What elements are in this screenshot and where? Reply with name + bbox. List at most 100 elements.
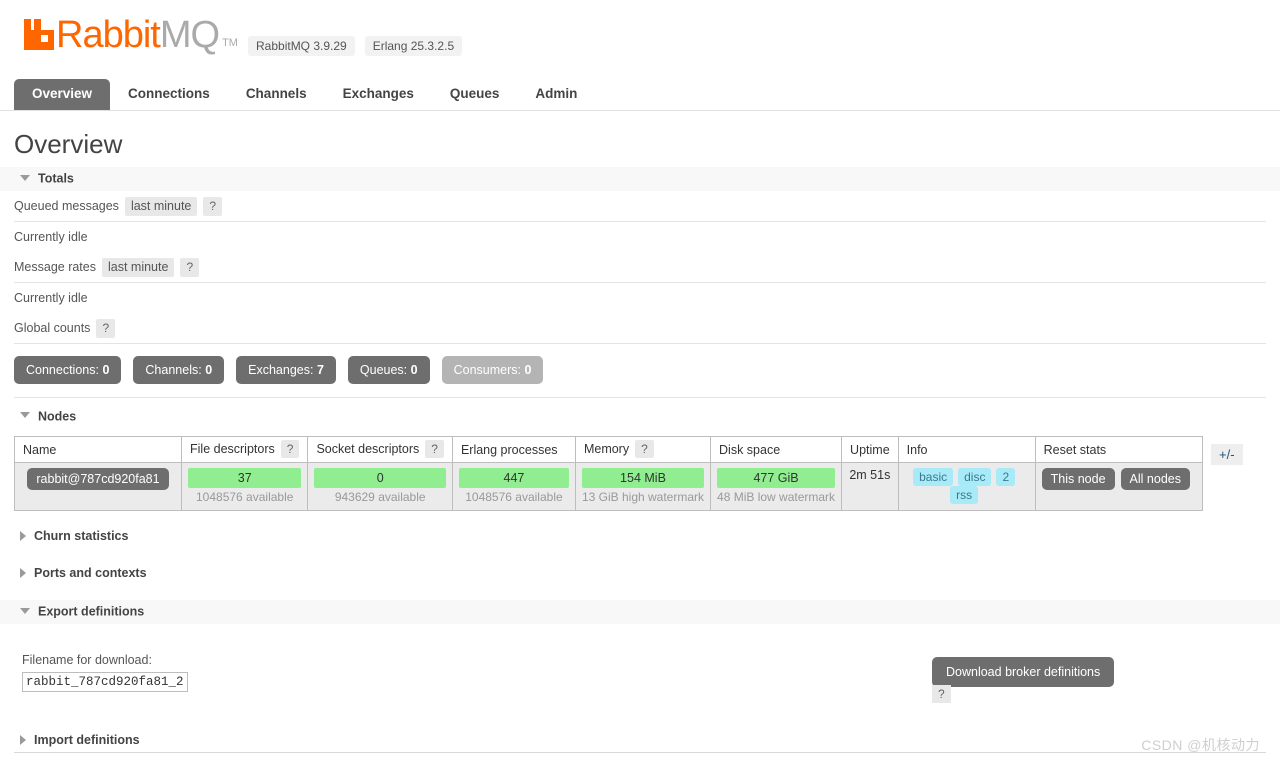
section-header-churn-statistics[interactable]: Churn statistics: [0, 525, 1280, 548]
toggle-columns-button[interactable]: +/-: [1210, 444, 1243, 466]
col-header-socket-descriptors[interactable]: Socket descriptors?: [307, 436, 453, 464]
global-counts-help-icon[interactable]: ?: [96, 318, 116, 338]
bottom-divider: [14, 752, 1266, 753]
tab-queues[interactable]: Queues: [432, 79, 518, 110]
section-header-totals[interactable]: Totals: [0, 166, 1280, 191]
rabbitmq-logo[interactable]: Rabbit MQ TM: [24, 16, 238, 54]
cell-uptime: 2m 51s: [841, 462, 899, 512]
count-value-channels: 0: [205, 362, 213, 377]
main-navigation: Overview Connections Channels Exchanges …: [0, 78, 1280, 111]
section-header-ports-and-contexts[interactable]: Ports and contexts: [0, 562, 1280, 585]
nodes-table: Name File descriptors? Socket descriptor…: [14, 436, 1203, 512]
csdn-watermark: CSDN @机核动力: [1141, 737, 1260, 753]
queued-messages-help-icon[interactable]: ?: [203, 196, 223, 216]
col-header-erlang-processes[interactable]: Erlang processes: [451, 436, 576, 464]
chevron-right-icon: [20, 531, 26, 542]
table-row: rabbit@787cd920fa81 37 1048576 available…: [14, 462, 1203, 512]
col-header-reset-stats[interactable]: Reset stats: [1034, 436, 1203, 464]
disk-space-note: 48 MiB low watermark: [717, 490, 836, 505]
chevron-right-icon: [20, 568, 26, 579]
message-rates-label: Message rates: [14, 260, 96, 275]
count-label-channels: Channels:: [145, 362, 202, 377]
export-definitions-body: Filename for download: Download broker d…: [14, 624, 1266, 729]
message-rates-range-selector[interactable]: last minute: [101, 257, 175, 277]
count-value-exchanges: 7: [316, 362, 324, 377]
message-rates-help-icon[interactable]: ?: [180, 257, 200, 277]
file-descriptors-note: 1048576 available: [196, 490, 294, 505]
info-tag-count[interactable]: 2: [996, 468, 1016, 487]
queued-messages-range-selector[interactable]: last minute: [124, 196, 198, 216]
count-button-exchanges[interactable]: Exchanges: 7: [236, 355, 336, 384]
tab-admin[interactable]: Admin: [517, 79, 595, 110]
cell-disk-space: 477 GiB 48 MiB low watermark: [710, 462, 843, 512]
col-header-name[interactable]: Name: [14, 436, 182, 464]
logo-text-mq: MQ: [159, 14, 220, 56]
file-descriptors-help-icon[interactable]: ?: [280, 440, 300, 459]
count-label-consumers: Consumers:: [453, 362, 521, 377]
section-label-import-definitions: Import definitions: [34, 733, 140, 748]
download-help-icon[interactable]: ?: [932, 685, 951, 704]
memory-help-icon[interactable]: ?: [635, 440, 654, 459]
reset-this-node-button[interactable]: This node: [1041, 468, 1115, 491]
reset-all-nodes-button[interactable]: All nodes: [1120, 468, 1190, 491]
global-counts-buttons: Connections: 0 Channels: 0 Exchanges: 7 …: [14, 355, 1266, 384]
section-label-export-definitions: Export definitions: [38, 605, 145, 620]
count-button-connections[interactable]: Connections: 0: [14, 355, 122, 384]
count-button-consumers[interactable]: Consumers: 0: [441, 355, 544, 384]
disk-space-value: 477 GiB: [717, 468, 836, 489]
version-badges: RabbitMQ 3.9.29 Erlang 25.3.2.5: [248, 36, 463, 56]
col-label-memory: Memory: [583, 442, 630, 457]
node-name-link[interactable]: rabbit@787cd920fa81: [27, 468, 169, 491]
erlang-processes-note: 1048576 available: [465, 490, 563, 505]
count-button-queues[interactable]: Queues: 0: [347, 355, 430, 384]
filename-input[interactable]: [22, 672, 188, 693]
col-label-disk-space: Disk space: [719, 442, 781, 457]
tab-channels[interactable]: Channels: [228, 79, 325, 110]
section-header-nodes[interactable]: Nodes: [0, 403, 1280, 429]
nodes-table-header-row: Name File descriptors? Socket descriptor…: [14, 436, 1203, 464]
section-label-totals: Totals: [38, 171, 74, 186]
col-header-file-descriptors[interactable]: File descriptors?: [180, 436, 309, 464]
col-header-uptime[interactable]: Uptime: [841, 436, 899, 464]
col-header-info[interactable]: Info: [897, 436, 1036, 464]
logo-text-rabbit: Rabbit: [56, 14, 161, 56]
count-value-queues: 0: [410, 362, 418, 377]
section-label-nodes: Nodes: [38, 409, 77, 424]
socket-descriptors-value: 0: [314, 468, 446, 489]
memory-note: 13 GiB high watermark: [581, 490, 705, 505]
cell-erlang-processes: 447 1048576 available: [451, 462, 576, 512]
chevron-down-icon: [20, 608, 30, 615]
tab-overview[interactable]: Overview: [14, 79, 111, 110]
message-rates-row: Message rates last minute ?: [14, 252, 1266, 283]
tab-connections[interactable]: Connections: [110, 79, 228, 110]
section-label-churn-statistics: Churn statistics: [34, 529, 129, 544]
erlang-processes-value: 447: [458, 468, 569, 489]
col-label-file-descriptors: File descriptors: [190, 442, 275, 457]
count-button-channels[interactable]: Channels: 0: [133, 355, 225, 384]
info-tag-rss[interactable]: rss: [950, 486, 979, 505]
memory-value: 154 MiB: [581, 468, 705, 489]
col-header-disk-space[interactable]: Disk space: [710, 436, 843, 464]
section-header-export-definitions[interactable]: Export definitions: [0, 599, 1280, 625]
rabbitmq-version-badge: RabbitMQ 3.9.29: [248, 36, 355, 56]
col-label-info: Info: [906, 442, 928, 457]
col-label-erlang-processes: Erlang processes: [460, 442, 558, 457]
col-header-memory[interactable]: Memory?: [574, 436, 712, 464]
section-header-import-definitions[interactable]: Import definitions: [0, 729, 1280, 752]
global-counts-label: Global counts: [14, 321, 91, 336]
col-label-name: Name: [23, 442, 57, 457]
download-broker-definitions-button[interactable]: Download broker definitions: [932, 657, 1115, 688]
socket-descriptors-note: 943629 available: [334, 490, 426, 505]
col-label-uptime: Uptime: [850, 442, 890, 457]
erlang-version-badge: Erlang 25.3.2.5: [364, 36, 463, 56]
count-label-queues: Queues:: [359, 362, 408, 377]
message-rates-idle: Currently idle: [14, 290, 88, 305]
page-title: Overview: [14, 129, 123, 159]
socket-descriptors-help-icon[interactable]: ?: [425, 440, 444, 459]
totals-divider: [14, 396, 1266, 398]
cell-memory: 154 MiB 13 GiB high watermark: [574, 462, 712, 512]
info-tag-disc[interactable]: disc: [958, 468, 992, 487]
tab-exchanges[interactable]: Exchanges: [325, 79, 432, 110]
rabbit-logo-icon: [24, 19, 54, 50]
info-tag-basic[interactable]: basic: [913, 468, 954, 487]
